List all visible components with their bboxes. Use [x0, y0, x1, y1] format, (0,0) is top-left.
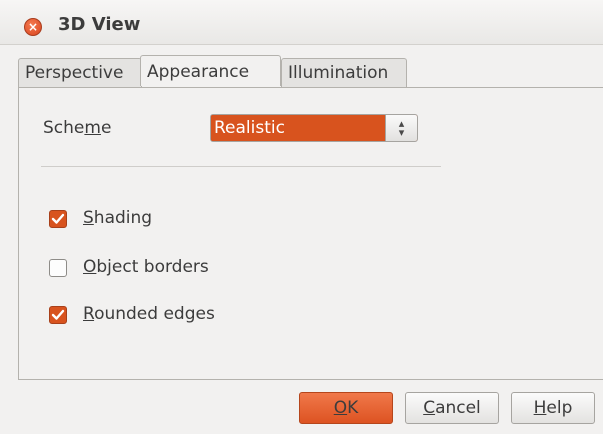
tab-perspective[interactable]: Perspective: [18, 58, 142, 88]
checkmark-icon: [51, 213, 65, 224]
close-button[interactable]: ×: [24, 18, 42, 36]
help-button[interactable]: Help: [511, 392, 595, 424]
title-bar: × 3D View: [0, 0, 603, 45]
object-borders-label: Object borders: [83, 257, 209, 277]
rounded-edges-checkbox[interactable]: [49, 306, 67, 324]
scheme-select[interactable]: Realistic ▴ ▾: [210, 114, 418, 142]
tab-appearance[interactable]: Appearance: [140, 55, 281, 86]
cancel-button[interactable]: Cancel: [405, 392, 499, 424]
separator: [41, 166, 441, 167]
tab-illumination[interactable]: Illumination: [281, 58, 407, 88]
spinner-arrows-icon[interactable]: ▴ ▾: [385, 115, 417, 141]
checkmark-icon: [51, 309, 65, 320]
shading-label: Shading: [83, 208, 153, 228]
scheme-select-value: Realistic: [211, 115, 389, 141]
scheme-label: Scheme: [43, 118, 112, 138]
close-icon: ×: [27, 20, 39, 34]
rounded-edges-label: Rounded edges: [83, 304, 215, 324]
window-title: 3D View: [58, 14, 141, 35]
ok-button[interactable]: OK: [299, 392, 393, 424]
shading-checkbox[interactable]: [49, 210, 67, 228]
object-borders-checkbox[interactable]: [49, 259, 67, 277]
